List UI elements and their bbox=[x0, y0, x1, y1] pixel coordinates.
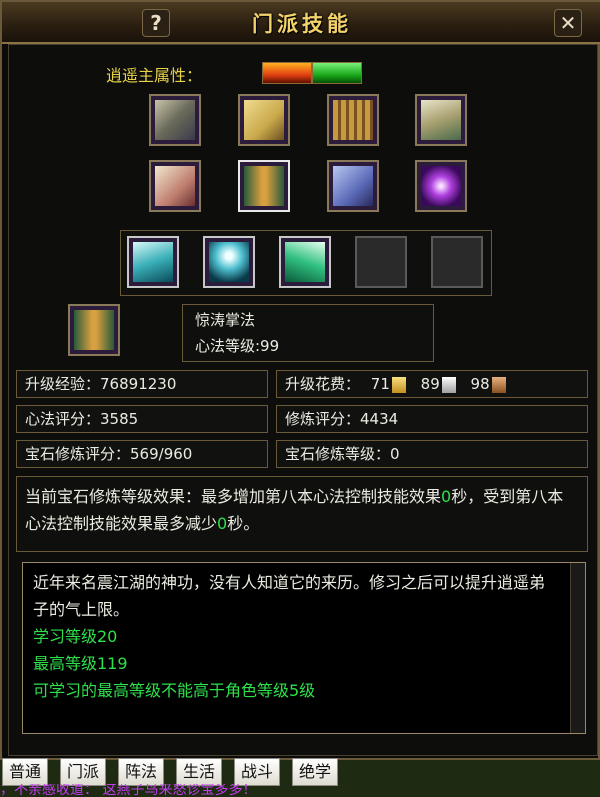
description-text: 近年来名震江湖的神功，没有人知道它的来历。修习之后可以提升逍遥弟子的气上限。 bbox=[33, 573, 546, 619]
silver-book-icon bbox=[441, 376, 456, 393]
bamboo-scroll-icon bbox=[333, 100, 373, 140]
fire-attribute-icon bbox=[262, 62, 312, 84]
effect-value-2: 0 bbox=[217, 514, 228, 533]
water-figure-skill-icon bbox=[209, 242, 249, 282]
tab-sect[interactable]: 门派 bbox=[60, 758, 107, 786]
skill-slot[interactable] bbox=[127, 236, 179, 288]
skill-slot[interactable] bbox=[203, 236, 255, 288]
skill-book-slot[interactable] bbox=[415, 160, 467, 212]
cost-bronze-value: 98 bbox=[470, 375, 490, 393]
gem-level-value: 0 bbox=[390, 445, 400, 463]
skill-book-slot[interactable] bbox=[327, 94, 379, 146]
paper-scroll-icon bbox=[421, 100, 461, 140]
tab-battle[interactable]: 战斗 bbox=[234, 758, 281, 786]
skill-book-slot[interactable] bbox=[415, 94, 467, 146]
description-scrollbar[interactable] bbox=[570, 563, 585, 733]
skill-window: ? 门派技能 ✕ 逍遥主属性： 惊涛掌法 心法等级:99 升级经验：768912… bbox=[0, 0, 600, 760]
scroll-book-icon bbox=[244, 100, 284, 140]
skill-book-slot[interactable] bbox=[327, 160, 379, 212]
gem-score-label: 宝石修炼评分： bbox=[25, 445, 131, 463]
upgrade-cost-label: 升级花费： bbox=[285, 375, 361, 393]
gem-score-value: 569/960 bbox=[130, 445, 193, 463]
green-wave-skill-icon bbox=[285, 242, 325, 282]
xiulian-score-value: 4434 bbox=[360, 410, 399, 428]
gold-book-icon bbox=[391, 376, 406, 393]
upgrade-exp-value: 76891230 bbox=[100, 375, 177, 393]
level-limit: 可学习的最高等级不能高于角色等级5级 bbox=[33, 681, 316, 700]
title-bar[interactable]: ? 门派技能 ✕ bbox=[2, 2, 600, 44]
skill-book-slot-selected[interactable] bbox=[238, 160, 290, 212]
tab-normal[interactable]: 普通 bbox=[2, 758, 49, 786]
skill-level: 心法等级:99 bbox=[195, 337, 280, 355]
xinfa-score-value: 3585 bbox=[100, 410, 139, 428]
upgrade-exp-label: 升级经验： bbox=[25, 375, 101, 393]
selected-book-icon-slot bbox=[68, 304, 120, 356]
attribute-label: 逍遥主属性： bbox=[106, 66, 203, 85]
xinfa-score-label: 心法评分： bbox=[25, 410, 101, 428]
xiulian-score: 修炼评分：4434 bbox=[276, 405, 588, 433]
book-stack-icon bbox=[155, 100, 195, 140]
effect-value-1: 0 bbox=[441, 487, 452, 506]
skill-book-slot[interactable] bbox=[238, 94, 290, 146]
tab-unique[interactable]: 绝学 bbox=[292, 758, 339, 786]
empty-skill-slot[interactable] bbox=[431, 236, 483, 288]
skill-book-slot[interactable] bbox=[149, 94, 201, 146]
purple-vortex-icon bbox=[421, 166, 461, 206]
skill-slot[interactable] bbox=[279, 236, 331, 288]
wood-attribute-icon bbox=[312, 62, 362, 84]
upgrade-exp: 升级经验：76891230 bbox=[16, 370, 268, 398]
wave-skill-icon bbox=[133, 242, 173, 282]
chat-line: ，不亲感收道： 这燕子鸟来怒诊宝多多！ bbox=[0, 784, 257, 797]
window-title: 门派技能 bbox=[252, 12, 352, 36]
close-button[interactable]: ✕ bbox=[554, 9, 582, 37]
cost-gold-value: 71 bbox=[370, 375, 390, 393]
gem-training-score: 宝石修炼评分：569/960 bbox=[16, 440, 268, 468]
gift-box-icon bbox=[74, 310, 114, 350]
xinfa-score: 心法评分：3585 bbox=[16, 405, 268, 433]
skill-info-box: 惊涛掌法 心法等级:99 bbox=[182, 304, 434, 362]
effect-suffix: 秒。 bbox=[227, 514, 260, 533]
gem-level-label: 宝石修炼等级： bbox=[285, 445, 391, 463]
blue-scroll-icon bbox=[333, 166, 373, 206]
learn-level: 学习等级20 bbox=[33, 627, 118, 646]
gift-box-icon bbox=[244, 166, 284, 206]
empty-skill-slot[interactable] bbox=[355, 236, 407, 288]
upgrade-cost: 升级花费： 71 89 98 bbox=[276, 370, 588, 398]
gem-training-level: 宝石修炼等级：0 bbox=[276, 440, 588, 468]
xiulian-score-label: 修炼评分： bbox=[285, 410, 361, 428]
gem-effect-box: 当前宝石修炼等级效果：最多增加第八本心法控制技能效果0秒，受到第八本心法控制技能… bbox=[16, 476, 588, 552]
tab-life[interactable]: 生活 bbox=[176, 758, 223, 786]
skill-name: 惊涛掌法 bbox=[195, 311, 256, 329]
cost-silver-value: 89 bbox=[420, 375, 440, 393]
skill-book-slot[interactable] bbox=[149, 160, 201, 212]
bronze-book-icon bbox=[491, 376, 506, 393]
letter-scroll-icon bbox=[155, 166, 195, 206]
max-level: 最高等级119 bbox=[33, 654, 128, 673]
effect-prefix: 当前宝石修炼等级效果：最多增加第八本心法控制技能效果 bbox=[25, 487, 442, 506]
tab-formation[interactable]: 阵法 bbox=[118, 758, 165, 786]
skill-description-box[interactable]: 近年来名震江湖的神功，没有人知道它的来历。修习之后可以提升逍遥弟子的气上限。 学… bbox=[22, 562, 586, 734]
